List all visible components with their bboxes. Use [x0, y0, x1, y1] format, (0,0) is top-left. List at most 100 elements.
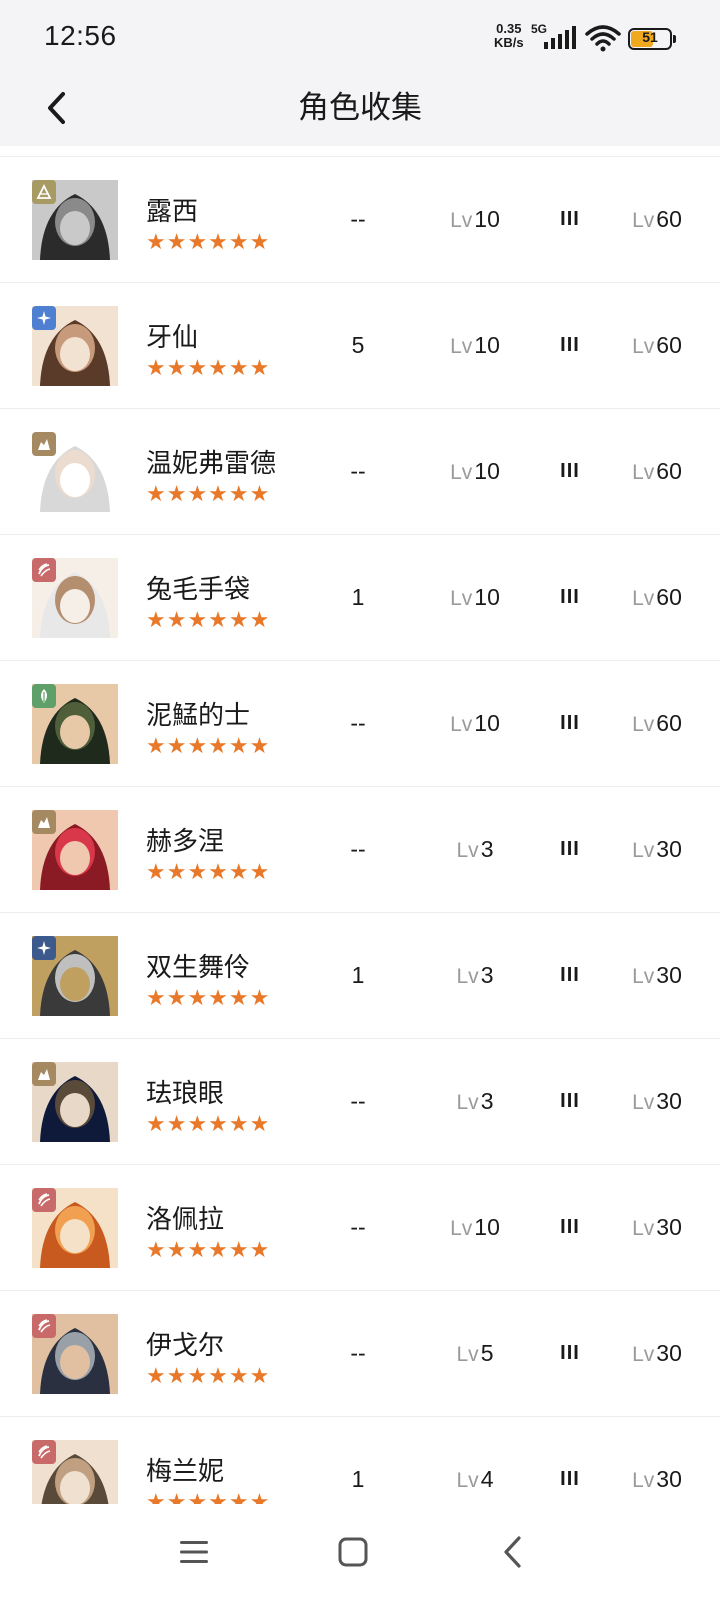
rock-icon	[32, 432, 56, 456]
character-name: 梅兰妮	[146, 1456, 225, 1486]
chevron-back-icon	[504, 1536, 521, 1568]
menu-button[interactable]	[164, 1522, 224, 1582]
network-speed: 0.35 KB/s	[494, 22, 524, 50]
character-portrait	[32, 180, 118, 260]
back-button[interactable]	[34, 82, 78, 134]
max-level-value: 30	[656, 1340, 682, 1366]
character-row[interactable]: 泥鯭的士 ★★★★★★ -- Lv10 III Lv60	[0, 661, 720, 787]
level-value: 3	[480, 1088, 494, 1114]
insight-rank: III	[560, 1342, 580, 1364]
max-level: Lv60	[612, 201, 702, 237]
max-level-value: 60	[656, 332, 682, 358]
character-count: --	[350, 206, 366, 232]
max-level-prefix: Lv	[632, 209, 655, 232]
home-button[interactable]	[323, 1522, 383, 1582]
rarity-stars: ★★★★★★	[146, 355, 271, 380]
rock-icon	[32, 810, 56, 834]
character-row[interactable]: 珐琅眼 ★★★★★★ -- Lv3 III Lv30	[0, 1039, 720, 1165]
max-level: Lv30	[612, 957, 702, 993]
character-level: Lv3	[420, 831, 530, 867]
system-back-button[interactable]	[482, 1522, 542, 1582]
rarity-stars: ★★★★★★	[146, 1237, 271, 1262]
character-row[interactable]: 双生舞伶 ★★★★★★ 1 Lv3 III Lv30	[0, 913, 720, 1039]
character-name: 牙仙	[146, 322, 199, 352]
rarity-stars: ★★★★★★	[146, 607, 271, 632]
character-list[interactable]: 露西 ★★★★★★ -- Lv10 III Lv60 牙仙 ★★★★★★ 5 L…	[0, 156, 720, 1504]
star-cross-icon	[32, 306, 56, 330]
character-portrait	[32, 432, 118, 512]
character-name: 温妮弗雷德	[146, 448, 277, 478]
character-name: 珐琅眼	[146, 1078, 225, 1108]
level-value: 3	[480, 962, 494, 988]
status-time: 12:56	[44, 20, 117, 51]
battery-icon: 51	[628, 28, 676, 50]
character-count: --	[350, 458, 366, 484]
level-value: 10	[474, 1214, 500, 1240]
character-row[interactable]: 露西 ★★★★★★ -- Lv10 III Lv60	[0, 157, 720, 283]
flame-icon	[32, 558, 56, 582]
insight-rank: III	[560, 1216, 580, 1238]
level-prefix: Lv	[456, 965, 479, 988]
character-level: Lv4	[420, 1461, 530, 1497]
flame-icon	[32, 1440, 56, 1464]
max-level-value: 60	[656, 206, 682, 232]
character-count: --	[350, 1214, 366, 1240]
character-count: --	[350, 1088, 366, 1114]
level-prefix: Lv	[450, 1217, 473, 1240]
network-speed-value: 0.35	[496, 21, 522, 36]
wifi-icon	[585, 25, 621, 52]
insight-rank: III	[560, 586, 580, 608]
character-name: 双生舞伶	[146, 952, 251, 982]
rarity-stars: ★★★★★★	[146, 1489, 271, 1505]
character-level: Lv10	[420, 327, 530, 363]
level-value: 5	[480, 1340, 494, 1366]
character-row[interactable]: 梅兰妮 ★★★★★★ 1 Lv4 III Lv30	[0, 1417, 720, 1504]
insight-rank: III	[560, 712, 580, 734]
rarity-stars: ★★★★★★	[146, 733, 271, 758]
max-level-value: 30	[656, 1466, 682, 1492]
level-value: 10	[474, 458, 500, 484]
flame-icon	[32, 1314, 56, 1338]
max-level-prefix: Lv	[632, 587, 655, 610]
max-level: Lv30	[612, 1335, 702, 1371]
character-portrait	[32, 1188, 118, 1268]
character-row[interactable]: 洛佩拉 ★★★★★★ -- Lv10 III Lv30	[0, 1165, 720, 1291]
character-row[interactable]: 牙仙 ★★★★★★ 5 Lv10 III Lv60	[0, 283, 720, 409]
max-level: Lv60	[612, 327, 702, 363]
max-level: Lv30	[612, 1083, 702, 1119]
character-level: Lv10	[420, 201, 530, 237]
max-level: Lv60	[612, 579, 702, 615]
character-count: --	[350, 710, 366, 736]
level-prefix: Lv	[456, 1343, 479, 1366]
character-row[interactable]: 伊戈尔 ★★★★★★ -- Lv5 III Lv30	[0, 1291, 720, 1417]
chevron-left-icon	[48, 92, 65, 124]
status-bar: 12:56 0.35 KB/s 5G 51	[0, 0, 720, 70]
max-level-prefix: Lv	[632, 1469, 655, 1492]
signal-icon	[544, 26, 576, 49]
network-speed-unit: KB/s	[494, 35, 524, 50]
character-portrait	[32, 1440, 118, 1504]
character-level: Lv10	[420, 453, 530, 489]
character-row[interactable]: 温妮弗雷德 ★★★★★★ -- Lv10 III Lv60	[0, 409, 720, 535]
max-level-value: 60	[656, 584, 682, 610]
max-level-prefix: Lv	[632, 713, 655, 736]
system-nav-bar	[0, 1504, 720, 1600]
max-level-value: 30	[656, 962, 682, 988]
character-row[interactable]: 赫多涅 ★★★★★★ -- Lv3 III Lv30	[0, 787, 720, 913]
character-level: Lv10	[420, 1209, 530, 1245]
character-portrait	[32, 684, 118, 764]
max-level-prefix: Lv	[632, 1343, 655, 1366]
character-row[interactable]: 兔毛手袋 ★★★★★★ 1 Lv10 III Lv60	[0, 535, 720, 661]
character-portrait	[32, 936, 118, 1016]
level-value: 10	[474, 584, 500, 610]
character-count: --	[350, 836, 366, 862]
character-name: 露西	[146, 196, 199, 226]
character-level: Lv10	[420, 705, 530, 741]
insight-rank: III	[560, 838, 580, 860]
triangle-icon	[32, 180, 56, 204]
rock-icon	[32, 1062, 56, 1086]
max-level-prefix: Lv	[632, 1217, 655, 1240]
insight-rank: III	[560, 1468, 580, 1490]
max-level-value: 30	[656, 836, 682, 862]
page-title: 角色收集	[298, 90, 422, 125]
